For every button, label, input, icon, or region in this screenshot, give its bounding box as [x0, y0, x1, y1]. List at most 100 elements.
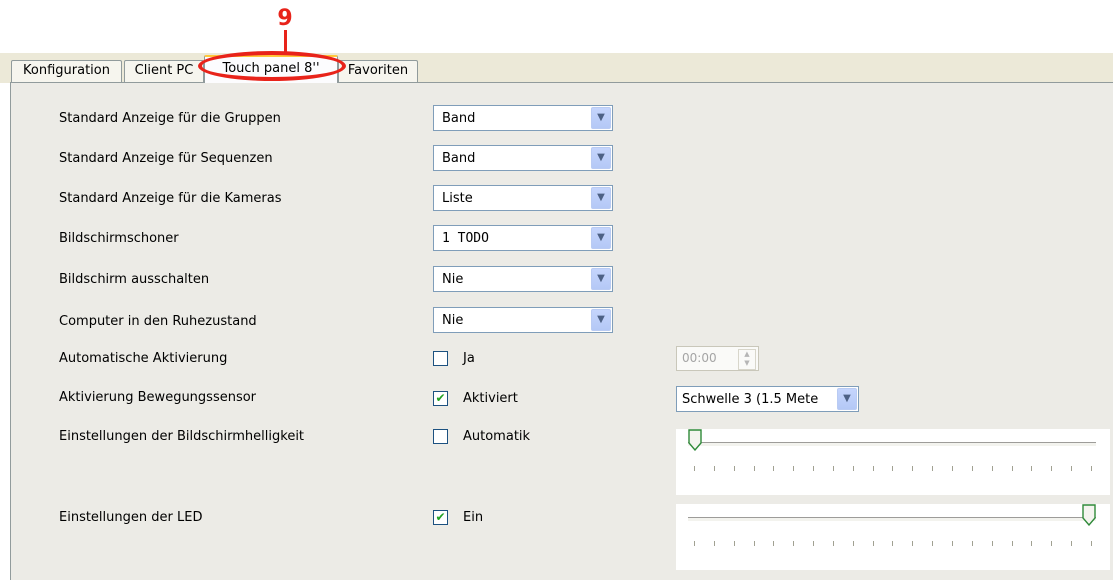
slider-tick: [1031, 466, 1033, 471]
sleep-select[interactable]: Nie ▼: [433, 307, 613, 333]
led-checkbox-label: Ein: [463, 510, 484, 525]
chevron-down-icon[interactable]: ▼: [837, 388, 857, 410]
tab-konfiguration[interactable]: Konfiguration: [11, 60, 122, 82]
slider-tick: [773, 541, 775, 546]
slider-tick: [694, 466, 695, 471]
brightness-auto-checkbox[interactable]: [433, 429, 448, 444]
slider-tick: [793, 541, 795, 546]
chevron-down-icon[interactable]: ▼: [591, 268, 611, 290]
slider-tick: [1011, 466, 1013, 471]
slider-thumb-icon[interactable]: [1082, 504, 1096, 526]
brightness-label: Einstellungen der Bildschirmhelligkeit: [59, 429, 305, 444]
screen-off-value: Nie: [442, 272, 464, 287]
slider-tick: [713, 466, 715, 471]
spin-arrows-icon[interactable]: ▲ ▼: [738, 349, 756, 370]
callout-line: [284, 30, 287, 52]
chevron-down-icon[interactable]: ▼: [591, 227, 611, 249]
brightness-slider[interactable]: [676, 429, 1110, 495]
slider-tick: [1011, 541, 1013, 546]
callout-number: 9: [277, 6, 293, 31]
camera-view-label: Standard Anzeige für die Kameras: [59, 191, 282, 206]
checkmark-icon: ✔: [435, 510, 446, 524]
chevron-down-icon[interactable]: ▼: [591, 309, 611, 331]
slider-tick: [793, 466, 795, 471]
screensaver-value: 1 TODO: [442, 231, 489, 246]
slider-tick: [713, 541, 715, 546]
slider-tick: [892, 541, 894, 546]
screensaver-label: Bildschirmschoner: [59, 231, 179, 246]
slider-tick: [991, 466, 993, 471]
led-slider-ticks: [694, 541, 1092, 547]
auto-activation-label: Automatische Aktivierung: [59, 351, 228, 366]
slider-tick: [773, 466, 775, 471]
motion-sensor-checkbox-label: Aktiviert: [463, 391, 518, 406]
screensaver-select[interactable]: 1 TODO ▼: [433, 225, 613, 251]
led-slider-track[interactable]: [688, 517, 1096, 522]
chevron-down-icon[interactable]: ▼: [591, 107, 611, 129]
slider-tick: [733, 541, 735, 546]
group-view-label: Standard Anzeige für die Gruppen: [59, 111, 281, 126]
slider-tick: [932, 541, 934, 546]
auto-activation-checkbox[interactable]: [433, 351, 448, 366]
chevron-down-icon[interactable]: ▼: [591, 187, 611, 209]
led-checkbox[interactable]: ✔: [433, 510, 448, 525]
slider-thumb-icon[interactable]: [688, 429, 702, 451]
slider-tick: [1090, 466, 1092, 471]
screen-off-label: Bildschirm ausschalten: [59, 272, 210, 287]
slider-tick: [872, 541, 874, 546]
sleep-label: Computer in den Ruhezustand: [59, 314, 257, 329]
brightness-slider-track[interactable]: [688, 442, 1096, 447]
sequence-view-value: Band: [442, 151, 476, 166]
slider-tick: [852, 466, 854, 471]
brightness-slider-ticks: [694, 466, 1092, 472]
slider-tick: [1071, 466, 1073, 471]
group-view-select[interactable]: Band ▼: [433, 105, 613, 131]
slider-tick: [813, 541, 815, 546]
sequence-view-select[interactable]: Band ▼: [433, 145, 613, 171]
auto-activation-checkbox-label: Ja: [463, 351, 475, 366]
slider-tick: [912, 466, 914, 471]
slider-tick: [951, 541, 953, 546]
camera-view-select[interactable]: Liste ▼: [433, 185, 613, 211]
motion-sensor-checkbox[interactable]: ✔: [433, 391, 448, 406]
auto-activation-time-spinner[interactable]: 00:00 ▲ ▼: [676, 346, 759, 371]
tab-favoriten[interactable]: Favoriten: [338, 60, 418, 82]
slider-tick: [971, 466, 973, 471]
screen-off-select[interactable]: Nie ▼: [433, 266, 613, 292]
slider-tick: [753, 541, 755, 546]
motion-threshold-select[interactable]: Schwelle 3 (1.5 Mete ▼: [676, 386, 859, 412]
motion-sensor-label: Aktivierung Bewegungssensor: [59, 390, 257, 405]
slider-tick: [1051, 466, 1053, 471]
tab-client-pc[interactable]: Client PC: [124, 60, 204, 82]
callout-ellipse: [198, 51, 346, 81]
slider-tick: [1051, 541, 1053, 546]
slider-tick: [852, 541, 854, 546]
motion-threshold-value: Schwelle 3 (1.5 Mete: [682, 392, 819, 407]
slider-tick: [932, 466, 934, 471]
group-view-value: Band: [442, 111, 476, 126]
slider-tick: [1031, 541, 1033, 546]
slider-tick: [832, 466, 834, 471]
slider-tick: [832, 541, 834, 546]
slider-tick: [753, 466, 755, 471]
slider-tick: [694, 541, 695, 546]
slider-tick: [991, 541, 993, 546]
sequence-view-label: Standard Anzeige für Sequenzen: [59, 151, 273, 166]
slider-tick: [912, 541, 914, 546]
slider-tick: [1071, 541, 1073, 546]
slider-tick: [971, 541, 973, 546]
slider-tick: [872, 466, 874, 471]
led-slider[interactable]: [676, 504, 1110, 570]
chevron-down-icon[interactable]: ▼: [591, 147, 611, 169]
slider-tick: [813, 466, 815, 471]
auto-activation-time-value: 00:00: [682, 351, 717, 365]
slider-tick: [733, 466, 735, 471]
slider-tick: [892, 466, 894, 471]
slider-tick: [1090, 541, 1092, 546]
brightness-auto-checkbox-label: Automatik: [463, 429, 531, 444]
checkmark-icon: ✔: [435, 391, 446, 405]
led-label: Einstellungen der LED: [59, 510, 203, 525]
sleep-value: Nie: [442, 313, 464, 328]
slider-tick: [951, 466, 953, 471]
camera-view-value: Liste: [442, 191, 473, 206]
